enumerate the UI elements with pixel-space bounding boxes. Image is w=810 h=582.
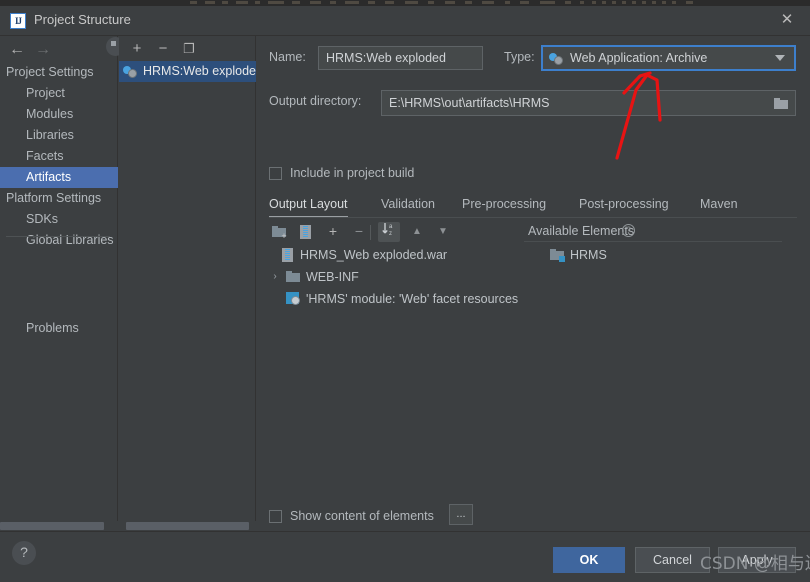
project-structure-dialog: IJ Project Structure ✕ ← → Project Setti… <box>0 0 810 582</box>
tree-row[interactable]: HRMS_Web exploded.war <box>264 244 519 266</box>
close-icon[interactable]: ✕ <box>778 11 796 29</box>
available-elements-tree: HRMS <box>528 244 783 266</box>
settings-nav-list: Project Settings Project Modules Librari… <box>0 62 118 251</box>
name-input[interactable]: HRMS:Web exploded <box>318 46 483 70</box>
dialog-button-bar: ? OK Cancel Apply <box>0 531 810 582</box>
list-item[interactable]: HRMS:Web exploded <box>119 61 256 82</box>
sidebar-item-sdks[interactable]: SDKs <box>0 209 118 230</box>
tabs-underline <box>269 217 797 218</box>
show-content-of-elements-checkbox[interactable]: Show content of elements <box>269 509 434 523</box>
artifact-list-hscrollbar[interactable] <box>120 521 256 531</box>
more-options-button[interactable]: ... <box>449 504 473 525</box>
svg-text:a: a <box>389 224 393 230</box>
sidebar-group-project-settings: Project Settings <box>0 62 118 83</box>
title-bar: IJ Project Structure ✕ <box>0 6 810 36</box>
show-content-of-elements-label: Show content of elements <box>290 509 434 523</box>
artifact-list-hscrollbar-thumb[interactable] <box>126 522 249 530</box>
window-title: Project Structure <box>34 12 131 27</box>
sidebar-item-problems[interactable]: Problems <box>0 318 118 339</box>
sidebar-divider <box>6 236 110 237</box>
sidebar-item-global-libraries[interactable]: Global Libraries <box>0 230 118 251</box>
settings-sidebar: ← → Project Settings Project Modules Lib… <box>0 36 118 531</box>
war-icon <box>282 248 293 262</box>
output-layout-tree: HRMS_Web exploded.war › WEB-INF 'HRMS' m… <box>264 244 519 310</box>
tab-pre-processing[interactable]: Pre-processing <box>462 194 546 218</box>
cancel-button[interactable]: Cancel <box>635 547 710 573</box>
remove-element-button[interactable]: − <box>348 222 370 242</box>
sidebar-hscrollbar-thumb[interactable] <box>0 522 104 530</box>
output-layout-toolbar: + + − a z ▲ ▼ <box>266 220 566 244</box>
artifact-toolbar: + − ❐ <box>119 36 256 62</box>
artifact-icon <box>549 51 564 66</box>
output-directory-input[interactable]: E:\HRMS\out\artifacts\HRMS <box>381 90 796 116</box>
sidebar-item-modules[interactable]: Modules <box>0 104 118 125</box>
artifact-editor-panel: Name: HRMS:Web exploded Type: Web Applic… <box>256 36 810 531</box>
tree-row-label: HRMS_Web exploded.war <box>300 244 447 266</box>
output-directory-value: E:\HRMS\out\artifacts\HRMS <box>389 96 549 110</box>
include-in-project-build-checkbox[interactable]: Include in project build <box>269 166 414 180</box>
tree-row[interactable]: HRMS <box>528 244 783 266</box>
remove-artifact-button[interactable]: − <box>153 39 173 59</box>
artifact-icon <box>123 64 138 79</box>
artifact-item-label: HRMS:Web exploded <box>143 64 256 78</box>
problems-label: Problems <box>26 318 79 339</box>
add-element-button[interactable]: + <box>322 222 344 242</box>
tab-validation[interactable]: Validation <box>381 194 435 218</box>
copy-artifact-button[interactable]: ❐ <box>179 39 199 59</box>
chevron-down-icon <box>775 55 785 61</box>
back-arrow-icon[interactable]: ← <box>6 40 28 60</box>
sidebar-group-platform-settings: Platform Settings <box>0 188 118 209</box>
ok-button[interactable]: OK <box>553 547 625 573</box>
sort-az-icon: a z <box>381 222 397 236</box>
help-button[interactable]: ? <box>12 541 36 565</box>
watermark: CSDN @相与还 <box>700 549 810 574</box>
tree-row-label: WEB-INF <box>306 266 359 288</box>
sidebar-item-libraries[interactable]: Libraries <box>0 125 118 146</box>
browse-folder-icon[interactable] <box>774 98 788 110</box>
type-label: Type: <box>504 50 535 64</box>
tree-row-label: HRMS <box>570 244 607 266</box>
forward-arrow-icon: → <box>32 40 54 60</box>
type-dropdown[interactable]: Web Application: Archive <box>541 45 796 71</box>
sidebar-item-artifacts[interactable]: Artifacts <box>0 167 118 188</box>
facet-icon <box>286 292 301 306</box>
available-elements-title: Available Elements <box>528 224 634 238</box>
name-label: Name: <box>269 50 306 64</box>
include-in-project-build-label: Include in project build <box>290 166 414 180</box>
toolbar-divider <box>370 225 371 240</box>
sidebar-item-facets[interactable]: Facets <box>0 146 118 167</box>
module-folder-icon <box>550 249 564 261</box>
help-icon[interactable]: ? <box>622 224 635 237</box>
tree-row-label: 'HRMS' module: 'Web' facet resources <box>306 288 518 310</box>
intellij-logo-icon: IJ <box>10 13 26 29</box>
tab-post-processing[interactable]: Post-processing <box>579 194 669 218</box>
tree-row[interactable]: 'HRMS' module: 'Web' facet resources <box>264 288 519 310</box>
add-archive-button[interactable] <box>294 222 316 242</box>
output-directory-label: Output directory: <box>269 94 361 108</box>
add-artifact-button[interactable]: + <box>127 39 147 59</box>
checkbox-box <box>269 510 282 523</box>
checkbox-box <box>269 167 282 180</box>
sidebar-hscrollbar[interactable] <box>0 521 118 531</box>
add-directory-button[interactable]: + <box>268 222 290 242</box>
tab-output-layout[interactable]: Output Layout <box>269 194 348 218</box>
move-up-button[interactable]: ▲ <box>406 222 428 242</box>
svg-text:z: z <box>389 231 392 236</box>
tree-row[interactable]: › WEB-INF <box>264 266 519 288</box>
type-dropdown-value: Web Application: Archive <box>570 51 707 65</box>
available-elements-divider <box>524 241 782 242</box>
sort-alphabetically-button[interactable]: a z <box>378 222 400 242</box>
move-down-button[interactable]: ▼ <box>432 222 454 242</box>
artifact-list-panel: + − ❐ HRMS:Web exploded <box>119 36 256 531</box>
nav-history-controls: ← → <box>0 36 118 64</box>
chevron-right-icon[interactable]: › <box>268 266 282 288</box>
artifact-list: HRMS:Web exploded <box>119 61 256 82</box>
folder-icon <box>286 271 300 283</box>
sidebar-item-project[interactable]: Project <box>0 83 118 104</box>
artifact-tabs: Output Layout Validation Pre-processing … <box>269 194 797 218</box>
tab-maven[interactable]: Maven <box>700 194 738 218</box>
